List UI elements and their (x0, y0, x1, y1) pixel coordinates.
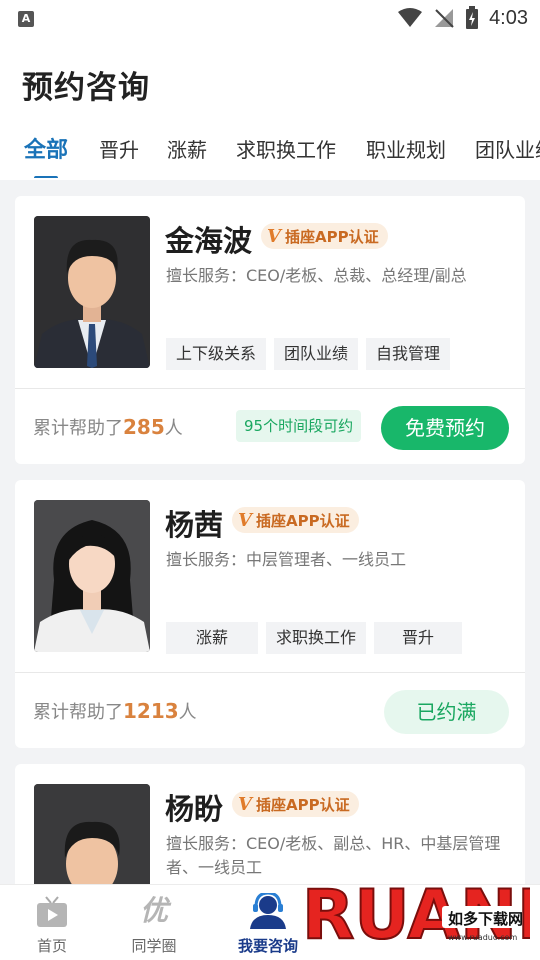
svg-text:www.ruaduo.com: www.ruaduo.com (448, 933, 517, 942)
tag: 晋升 (374, 622, 463, 654)
tv-icon (37, 896, 67, 927)
page-title: 预约咨询 (22, 70, 150, 106)
helped-count: 累计帮助了 1213 人 (33, 699, 197, 723)
no-signal-icon (435, 9, 454, 28)
headset-person-icon (250, 893, 286, 929)
tab-job-change[interactable]: 求职换工作 (236, 134, 336, 163)
expertise-text: 擅长服务：CEO/老板、总裁、总经理/副总 (166, 266, 467, 285)
category-tabs: 全部 晋升 涨薪 求职换工作 职业规划 团队业绩 (0, 128, 540, 178)
available-slots-badge: 95个时间段可约 (236, 410, 362, 442)
verified-v-icon: V (267, 225, 281, 247)
page-header: 预约咨询 全部 晋升 涨薪 求职换工作 职业规划 团队业绩 (0, 40, 540, 180)
free-booking-button[interactable]: 免费预约 (381, 406, 509, 450)
nav-home[interactable]: 首页 (12, 893, 92, 956)
battery-charging-icon (466, 6, 479, 29)
tag-list: 上下级关系 团队业绩 自我管理 (166, 338, 451, 370)
active-tab-indicator (34, 176, 58, 178)
tag: 上下级关系 (166, 338, 267, 370)
fully-booked-button[interactable]: 已约满 (384, 690, 509, 734)
consultant-name: 杨茜 (165, 508, 224, 542)
tab-career-planning[interactable]: 职业规划 (366, 134, 446, 163)
consultant-card[interactable]: 杨茜 V 插座APP认证 擅长服务：中层管理者、一线员工 涨薪 求职换工作 晋升… (15, 480, 525, 748)
tag: 团队业绩 (274, 338, 359, 370)
accessibility-icon: A (18, 11, 34, 27)
wifi-icon (398, 8, 423, 27)
consultant-photo (34, 500, 150, 652)
verified-v-icon: V (238, 793, 252, 815)
certified-badge: V 插座APP认证 (261, 223, 388, 249)
divider (15, 672, 525, 673)
consultant-photo (34, 216, 150, 368)
status-bar: A 4:03 (0, 0, 540, 40)
certified-badge: V 插座APP认证 (232, 791, 359, 817)
helped-count: 累计帮助了 285 人 (33, 415, 183, 439)
tab-team-performance[interactable]: 团队业绩 (475, 134, 540, 163)
tab-promotion[interactable]: 晋升 (99, 134, 139, 163)
certified-badge: V 插座APP认证 (232, 507, 359, 533)
divider (15, 388, 525, 389)
watermark-logo: RUANDAO 如多下载网 www.ruaduo.com (301, 875, 530, 950)
verified-v-icon: V (238, 509, 252, 531)
tag: 涨薪 (166, 622, 258, 654)
tag: 自我管理 (366, 338, 451, 370)
consultant-card[interactable]: 金海波 V 插座APP认证 擅长服务：CEO/老板、总裁、总经理/副总 上下级关… (15, 196, 525, 464)
nav-classmates[interactable]: 优 同学圈 (114, 893, 194, 956)
consultant-name: 金海波 (165, 224, 253, 258)
tab-all[interactable]: 全部 (24, 132, 68, 164)
svg-text:如多下载网: 如多下载网 (448, 910, 523, 928)
consultant-name: 杨盼 (165, 792, 224, 826)
tag: 求职换工作 (266, 622, 367, 654)
tab-raise[interactable]: 涨薪 (167, 134, 207, 163)
you-character-icon: 优 (139, 894, 168, 927)
tag-list: 涨薪 求职换工作 晋升 (166, 622, 463, 654)
expertise-text: 擅长服务：中层管理者、一线员工 (166, 550, 407, 569)
status-icons: 4:03 (397, 6, 528, 30)
clock: 4:03 (489, 6, 528, 29)
nav-consult[interactable]: 我要咨询 (228, 893, 308, 956)
